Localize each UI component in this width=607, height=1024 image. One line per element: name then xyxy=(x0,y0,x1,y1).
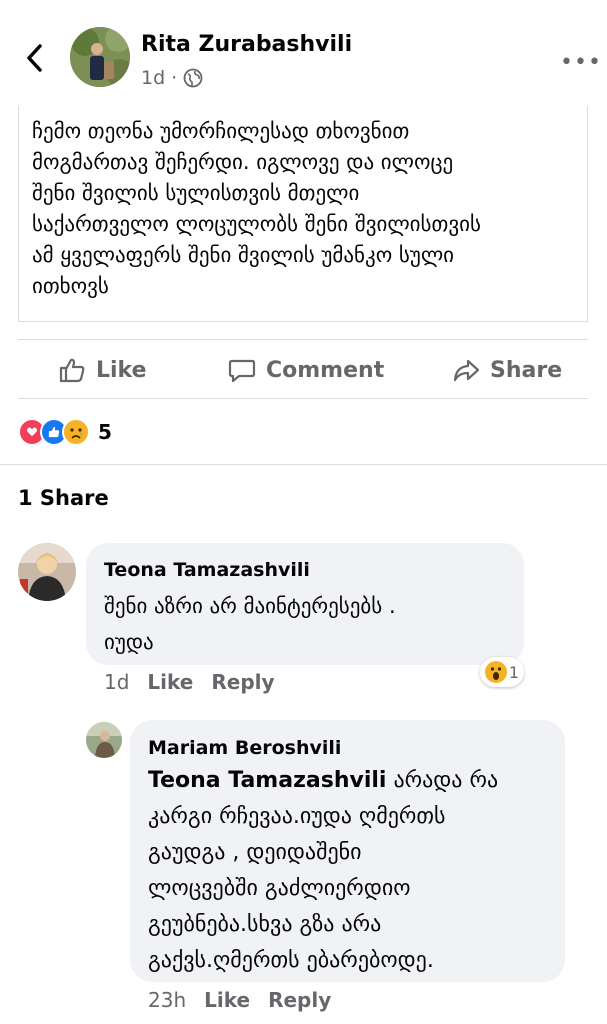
divider xyxy=(18,339,588,340)
author-avatar[interactable] xyxy=(70,27,130,87)
comment-author[interactable]: Teona Tamazashvili xyxy=(104,559,310,581)
reply-text: კარგი რჩევაა.იუდა ღმერთს გაუდგა , დეიდაშ… xyxy=(148,804,446,973)
globe-icon xyxy=(183,68,203,88)
reply-like-button[interactable]: Like xyxy=(204,988,250,1012)
comment-button[interactable]: Comment xyxy=(228,352,384,388)
replier-avatar[interactable] xyxy=(86,722,122,758)
comment-icon xyxy=(228,359,256,383)
reply-reply-button[interactable]: Reply xyxy=(268,988,331,1012)
divider xyxy=(0,464,607,465)
divider xyxy=(18,398,588,399)
reply-author[interactable]: Mariam Beroshvili xyxy=(148,737,341,759)
author-name[interactable]: Rita Zurabashvili xyxy=(141,32,352,57)
reactions-summary[interactable]: 5 xyxy=(18,418,112,446)
comment-time[interactable]: 1d xyxy=(104,670,129,694)
comment-text: შენი აზრი არ მაინტერესებს . იუდა xyxy=(104,594,396,654)
like-label: Like xyxy=(96,357,147,383)
reply-actions: 23h Like Reply xyxy=(148,988,331,1012)
comment-label: Comment xyxy=(266,357,385,383)
comment-actions: 1d Like Reply xyxy=(104,670,275,694)
post-meta: 1d · xyxy=(141,67,203,89)
comment-reaction-count: 1 xyxy=(508,662,520,682)
wow-icon xyxy=(484,661,507,683)
post-time[interactable]: 1d xyxy=(141,67,165,89)
mention-link[interactable]: Teona Tamazashvili xyxy=(148,768,386,793)
shares-count[interactable]: 1 Share xyxy=(18,486,109,510)
reaction-count: 5 xyxy=(98,420,112,444)
reply-time[interactable]: 23h xyxy=(148,988,186,1012)
reply-text-start: არადა რა xyxy=(386,768,499,793)
meta-separator: · xyxy=(171,67,178,89)
share-icon xyxy=(453,359,480,382)
more-options-button[interactable]: ••• xyxy=(560,50,602,75)
back-button[interactable] xyxy=(22,40,50,76)
post-text: ჩემო თეონა უმორჩილესად თხოვნით მოგმართავ… xyxy=(32,119,481,298)
chevron-left-icon xyxy=(27,44,42,72)
share-label: Share xyxy=(490,357,563,383)
like-button[interactable]: Like xyxy=(58,352,147,388)
comment-reply-button[interactable]: Reply xyxy=(211,670,274,694)
comment-like-button[interactable]: Like xyxy=(147,670,193,694)
commenter-avatar[interactable] xyxy=(18,543,76,601)
share-button[interactable]: Share xyxy=(452,352,562,388)
thumbs-up-icon xyxy=(59,358,85,383)
sad-icon xyxy=(62,418,90,446)
comment-reaction[interactable]: 1 xyxy=(480,657,524,687)
reply-first-line: Teona Tamazashvili არადა რა xyxy=(148,763,558,799)
